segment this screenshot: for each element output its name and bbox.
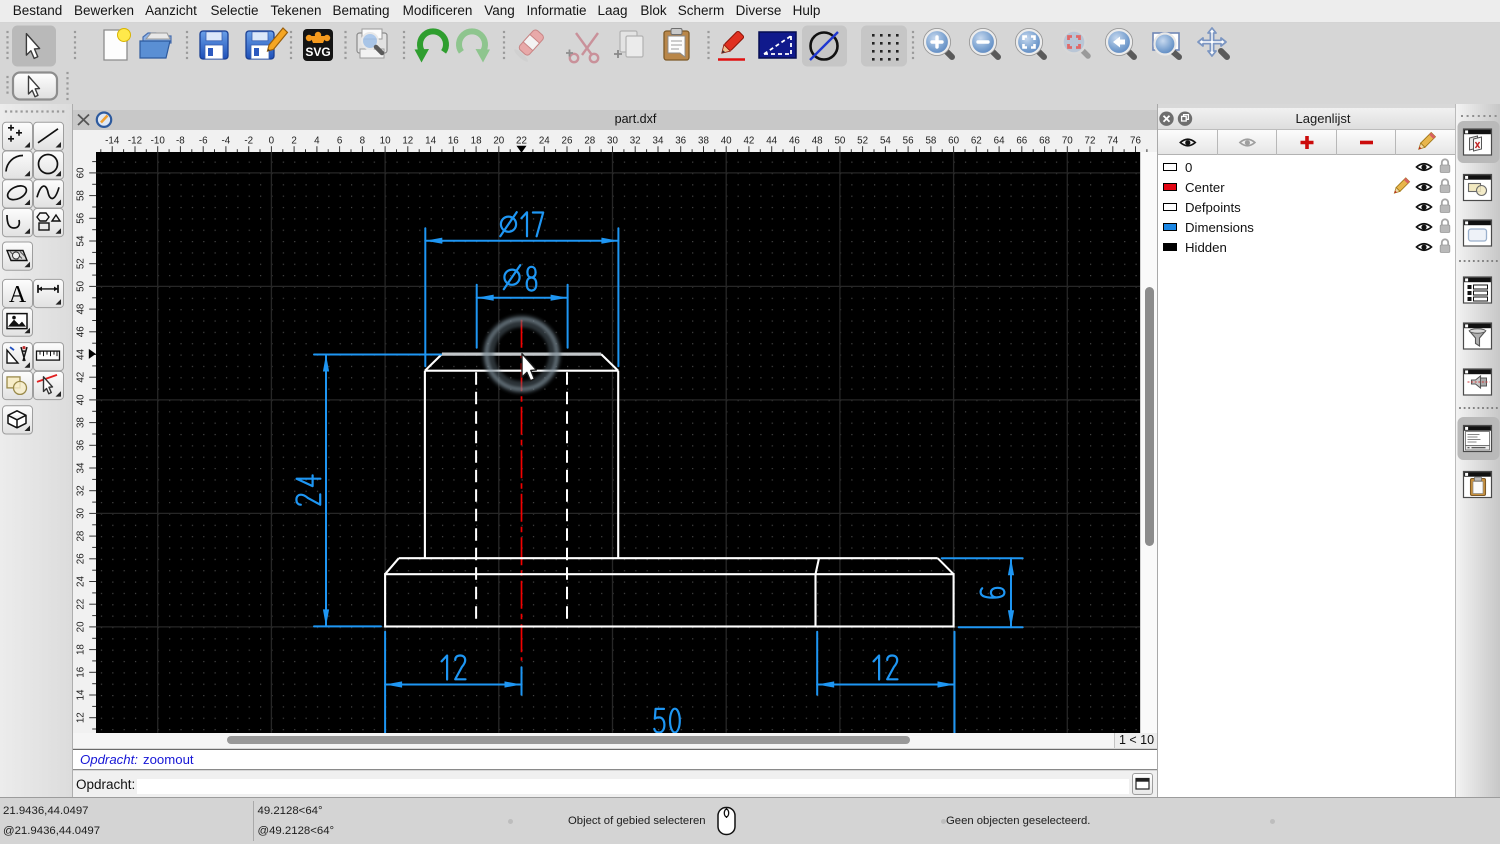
svg-text:46: 46 (76, 326, 87, 337)
svg-text:28: 28 (76, 530, 87, 541)
svg-text:50: 50 (834, 135, 845, 146)
svg-text:32: 32 (76, 486, 87, 497)
svg-text:26: 26 (562, 135, 573, 146)
svg-text:-2: -2 (244, 135, 253, 146)
svg-text:40: 40 (76, 394, 87, 405)
svg-text:34: 34 (76, 462, 87, 473)
svg-text:-8: -8 (176, 135, 185, 146)
svg-text:24: 24 (539, 135, 550, 146)
svg-text:52: 52 (76, 259, 87, 270)
svg-text:16: 16 (76, 667, 87, 678)
svg-text:48: 48 (812, 135, 823, 146)
svg-text:-12: -12 (128, 135, 142, 146)
svg-text:44: 44 (766, 135, 777, 146)
svg-text:60: 60 (948, 135, 959, 146)
svg-text:60: 60 (76, 167, 87, 178)
svg-text:46: 46 (789, 135, 800, 146)
svg-text:42: 42 (743, 135, 754, 146)
svg-text:18: 18 (76, 644, 87, 655)
svg-text:-4: -4 (222, 135, 231, 146)
svg-text:22: 22 (76, 599, 87, 610)
svg-text:76: 76 (1130, 135, 1141, 146)
svg-text:-14: -14 (105, 135, 120, 146)
svg-text:-10: -10 (151, 135, 166, 146)
svg-text:14: 14 (425, 135, 436, 146)
svg-text:58: 58 (925, 135, 936, 146)
svg-text:34: 34 (653, 135, 664, 146)
svg-text:30: 30 (76, 508, 87, 519)
svg-text:54: 54 (76, 235, 87, 246)
svg-text:62: 62 (971, 135, 982, 146)
svg-text:56: 56 (903, 135, 914, 146)
svg-text:22: 22 (516, 135, 527, 146)
svg-text:72: 72 (1085, 135, 1096, 146)
svg-text:18: 18 (471, 135, 482, 146)
svg-text:52: 52 (857, 135, 868, 146)
svg-text:68: 68 (1039, 135, 1050, 146)
svg-text:42: 42 (76, 372, 87, 383)
svg-text:24: 24 (76, 576, 87, 587)
svg-text:A: A (9, 282, 27, 308)
svg-text:70: 70 (1062, 135, 1073, 146)
svg-text:32: 32 (630, 135, 641, 146)
svg-text:66: 66 (1016, 135, 1027, 146)
svg-text:74: 74 (1107, 135, 1118, 146)
svg-text:54: 54 (880, 135, 891, 146)
svg-text:4: 4 (314, 135, 320, 146)
svg-text:44: 44 (76, 349, 87, 360)
svg-text:38: 38 (698, 135, 709, 146)
svg-text:40: 40 (721, 135, 732, 146)
svg-text:56: 56 (76, 213, 87, 224)
svg-text:8: 8 (360, 135, 366, 146)
svg-text:6: 6 (337, 135, 343, 146)
svg-text:16: 16 (448, 135, 459, 146)
svg-text:14: 14 (76, 689, 87, 700)
svg-text:12: 12 (76, 713, 87, 724)
svg-text:-6: -6 (199, 135, 208, 146)
svg-text:50: 50 (76, 281, 87, 292)
svg-text:12: 12 (402, 135, 413, 146)
svg-text:26: 26 (76, 553, 87, 564)
svg-text:2: 2 (291, 135, 296, 146)
svg-text:30: 30 (607, 135, 618, 146)
svg-text:38: 38 (76, 417, 87, 428)
svg-text:10: 10 (380, 135, 391, 146)
svg-text:20: 20 (493, 135, 504, 146)
svg-text:0: 0 (269, 135, 275, 146)
svg-text:36: 36 (675, 135, 686, 146)
svg-text:48: 48 (76, 303, 87, 314)
svg-text:36: 36 (76, 440, 87, 451)
svg-text:SVG: SVG (305, 45, 330, 59)
svg-text:64: 64 (994, 135, 1005, 146)
svg-text:28: 28 (584, 135, 595, 146)
svg-text:20: 20 (76, 621, 87, 632)
svg-text:58: 58 (76, 190, 87, 201)
